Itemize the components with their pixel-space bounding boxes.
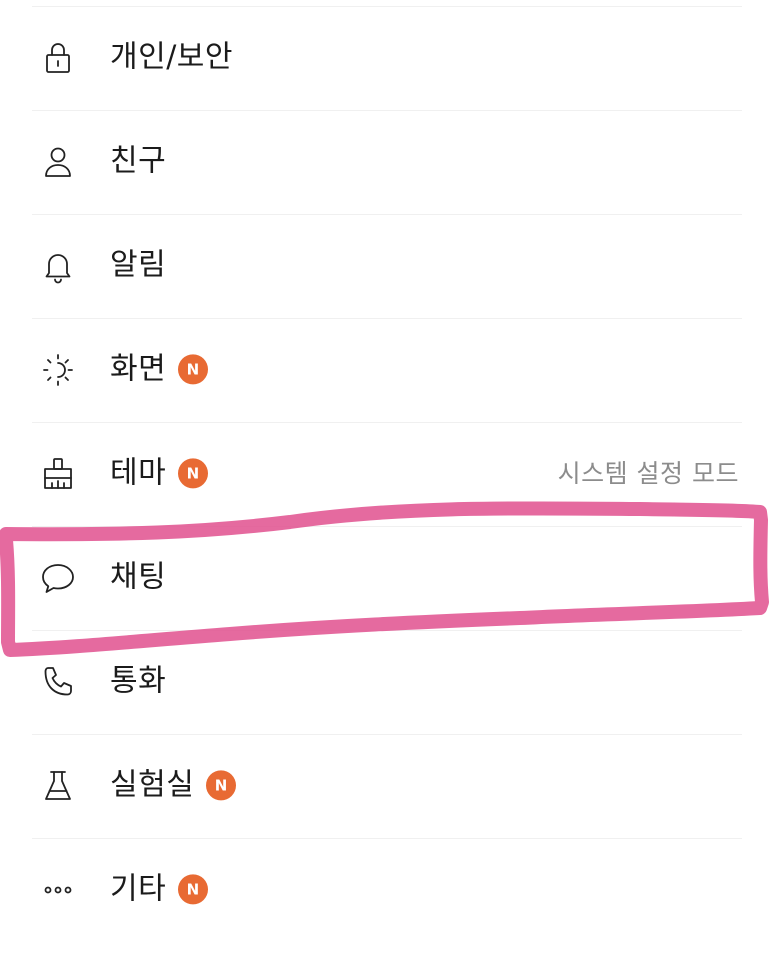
chat-bubble-icon	[38, 558, 78, 598]
menu-item-label: 실험실 N	[110, 770, 237, 801]
new-badge: N	[178, 354, 209, 385]
bell-icon	[38, 246, 78, 286]
menu-item-call[interactable]: 통화	[0, 630, 773, 734]
menu-item-friends[interactable]: 친구	[0, 110, 773, 214]
flask-icon	[38, 766, 78, 806]
new-badge: N	[206, 770, 237, 801]
menu-item-chat[interactable]: 채팅	[0, 526, 773, 630]
new-badge: N	[178, 458, 209, 489]
menu-item-label: 알림	[110, 247, 167, 283]
phone-icon	[38, 662, 78, 702]
menu-item-label: 친구	[110, 143, 167, 179]
menu-item-label: 개인/보안	[110, 39, 234, 75]
person-icon	[38, 142, 78, 182]
lock-icon	[38, 38, 78, 78]
menu-item-theme[interactable]: 테마 N 시스템 설정 모드	[0, 422, 773, 526]
paintbrush-icon	[38, 454, 78, 494]
menu-item-label: 화면 N	[110, 354, 209, 385]
menu-item-label: 통화	[110, 663, 167, 699]
menu-item-notifications[interactable]: 알림	[0, 214, 773, 318]
menu-item-privacy-security[interactable]: 개인/보안	[0, 6, 773, 110]
menu-item-label: 기타 N	[110, 874, 209, 905]
more-icon	[38, 870, 78, 910]
menu-item-display[interactable]: 화면 N	[0, 318, 773, 422]
menu-item-label: 테마 N	[110, 458, 209, 489]
menu-item-etc[interactable]: 기타 N	[0, 838, 773, 942]
new-badge: N	[178, 874, 209, 905]
menu-item-label: 채팅	[110, 559, 167, 595]
menu-item-lab[interactable]: 실험실 N	[0, 734, 773, 838]
brightness-icon	[38, 350, 78, 390]
theme-mode-value: 시스템 설정 모드	[557, 459, 739, 488]
